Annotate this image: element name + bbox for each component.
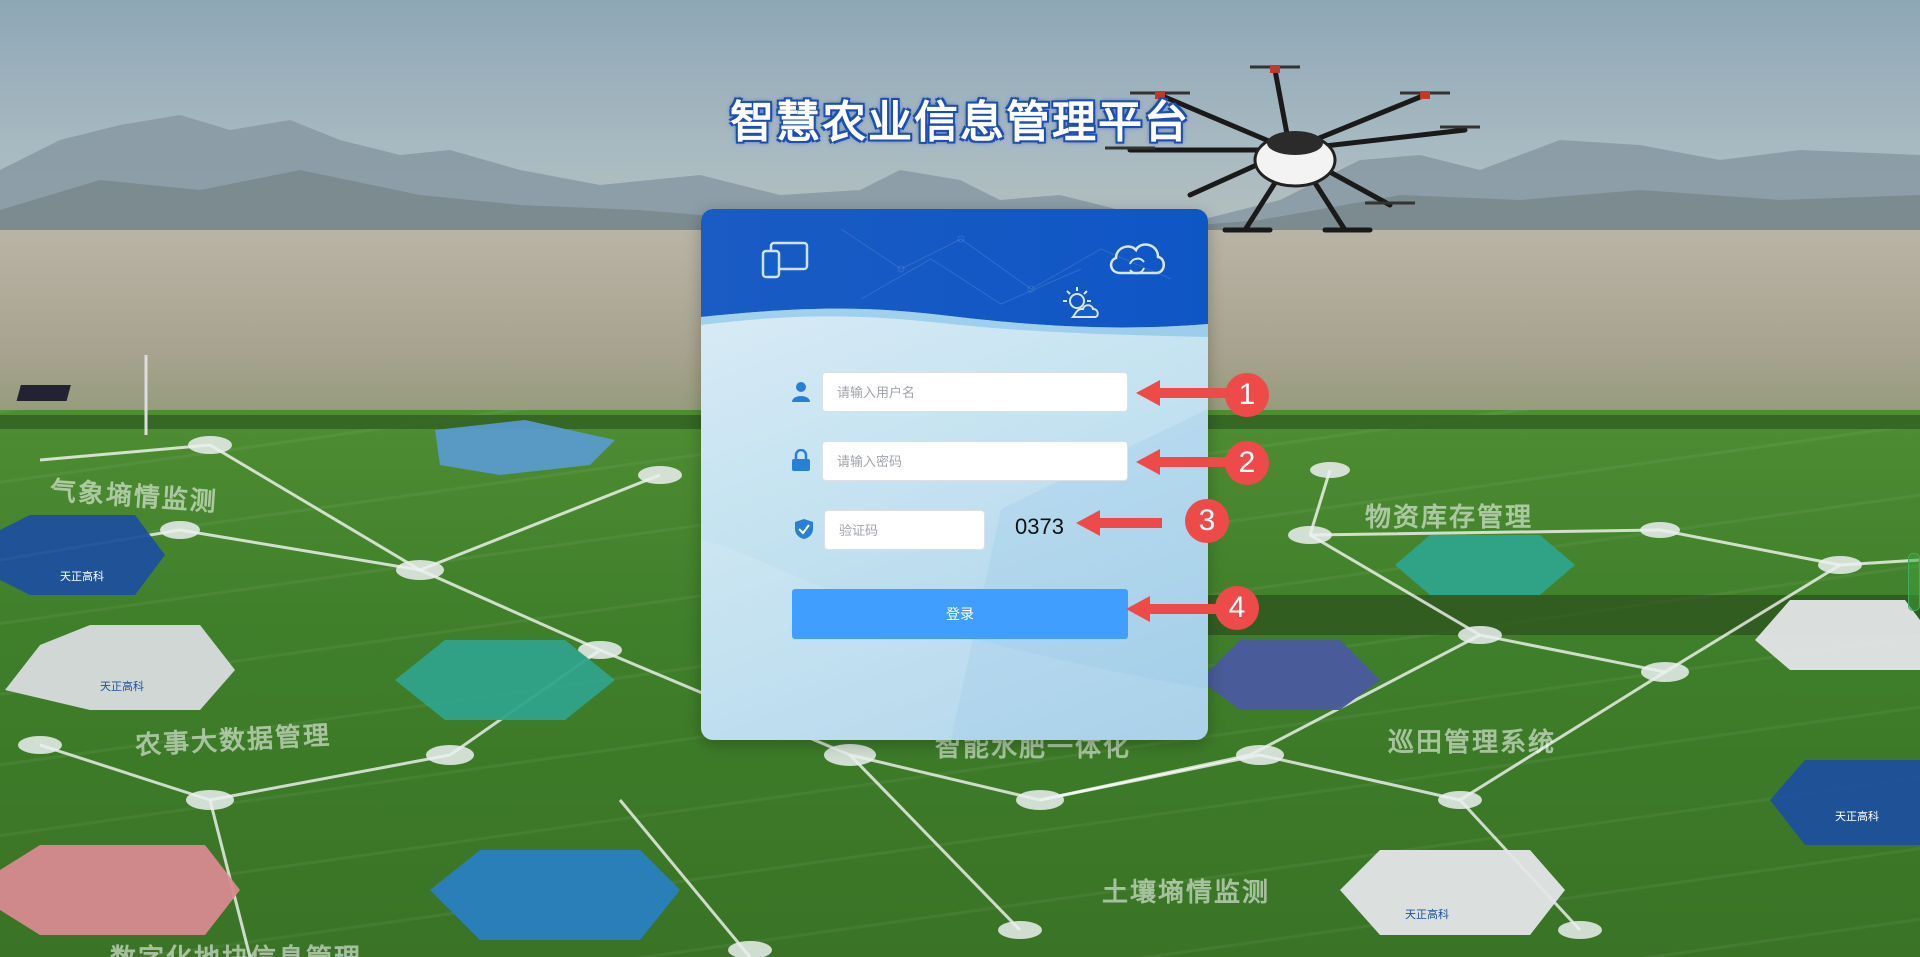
- bg-label-parcel: 数字化地块信息管理: [110, 938, 362, 957]
- bg-label-soil: 土壤墒情监测: [1102, 878, 1271, 908]
- tablet-icon: [761, 241, 809, 279]
- captcha-input[interactable]: [824, 510, 985, 550]
- username-input[interactable]: [822, 372, 1128, 412]
- cloud-sync-icon: [1109, 243, 1165, 275]
- password-input[interactable]: [822, 441, 1128, 481]
- annotation-badge-1: 1: [1225, 373, 1269, 417]
- page-title: 智慧农业信息管理平台: [730, 97, 1190, 148]
- svg-text:天正高科: 天正高科: [100, 679, 144, 693]
- bg-label-inventory: 物资库存管理: [1365, 503, 1534, 533]
- svg-text:天正高科: 天正高科: [1405, 907, 1449, 921]
- user-icon: [792, 382, 810, 402]
- arrow-icon: [1136, 380, 1226, 406]
- login-button[interactable]: 登录: [792, 589, 1128, 639]
- svg-text:天正高科: 天正高科: [1835, 809, 1879, 823]
- sun-cloud-icon: [1063, 287, 1099, 318]
- annotation-badge-4: 4: [1215, 586, 1259, 630]
- bg-label-patrol: 巡田管理系统: [1388, 728, 1557, 758]
- scroll-indicator[interactable]: [1908, 553, 1920, 611]
- svg-text:天正高科: 天正高科: [60, 569, 104, 583]
- shield-check-icon: [795, 519, 813, 539]
- arrow-icon: [1076, 510, 1162, 536]
- captcha-code[interactable]: 0373: [1015, 514, 1064, 540]
- annotation-badge-2: 2: [1225, 441, 1269, 485]
- lock-icon: [792, 449, 810, 471]
- arrow-icon: [1126, 596, 1216, 622]
- arrow-icon: [1136, 449, 1226, 475]
- annotation-badge-3: 3: [1185, 499, 1229, 543]
